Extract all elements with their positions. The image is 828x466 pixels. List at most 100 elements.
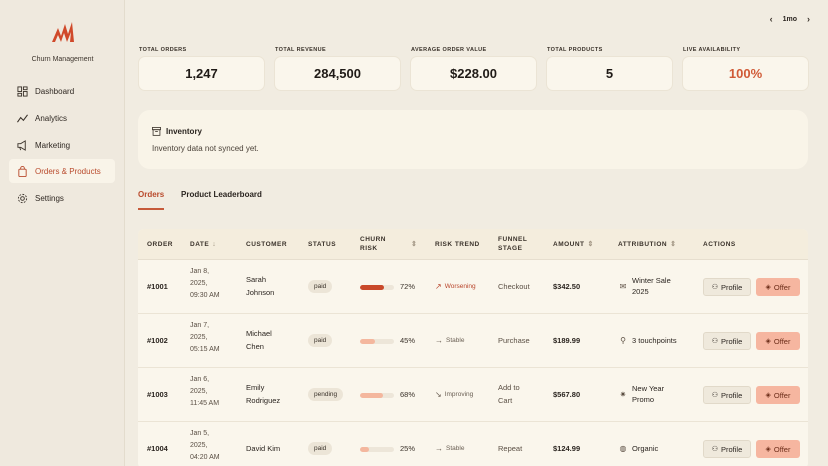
column-header-attribution[interactable]: ATTRIBUTION ⇕ xyxy=(618,240,676,249)
funnel-stage: Add to Cart xyxy=(498,381,520,407)
sidebar-item-orders-products[interactable]: Orders & Products xyxy=(9,159,115,183)
customer-name-line: Sarah xyxy=(246,275,267,284)
sidebar-item-settings[interactable]: Settings xyxy=(9,186,115,210)
customer-name-line: Emily xyxy=(246,383,265,392)
churn-risk-percent: 68% xyxy=(400,390,416,399)
profile-button[interactable]: ⚇ Profile xyxy=(703,440,751,458)
megaphone-icon xyxy=(17,139,26,151)
stat-card-live-availability: 100% xyxy=(682,56,809,91)
order-amount: $567.80 xyxy=(553,390,581,399)
sidebar-item-analytics[interactable]: Analytics xyxy=(9,106,115,130)
profile-button-label: Profile xyxy=(721,336,743,346)
profile-button[interactable]: ⚇ Profile xyxy=(703,332,751,350)
customer-name-line: Rodriguez xyxy=(246,396,281,405)
profile-button-label: Profile xyxy=(721,390,743,400)
column-header-risk-trend[interactable]: RISK TREND xyxy=(435,240,480,249)
offer-button[interactable]: ◈ Offer xyxy=(756,440,800,458)
active-tab-indicator xyxy=(138,208,164,210)
brand-logo-icon xyxy=(52,22,74,42)
sidebar-item-dashboard[interactable]: Dashboard xyxy=(9,79,115,103)
table-row: #1002 Jan 7, 2025, 05:15 AM Michael Chen paid 4… xyxy=(138,314,808,368)
offer-button-label: Offer xyxy=(773,282,791,292)
risk-trend: ↘ Improving xyxy=(435,390,473,399)
funnel-stage-line: Checkout xyxy=(498,282,530,291)
status-badge: pending xyxy=(308,388,344,401)
risk-trend-label: Worsening xyxy=(444,283,476,290)
column-header-funnel-stage[interactable]: FUNNEL STAGE xyxy=(498,235,527,253)
attribution-icon: ⚲ xyxy=(620,336,626,345)
profile-button[interactable]: ⚇ Profile xyxy=(703,278,751,296)
attribution-line: Promo xyxy=(632,395,655,404)
offer-button[interactable]: ◈ Offer xyxy=(756,386,800,404)
chevron-right-icon[interactable]: › xyxy=(807,14,810,24)
user-icon: ⚇ xyxy=(711,392,718,399)
archive-box-icon xyxy=(152,127,161,136)
attribution: ⚲ 3 touchpoints xyxy=(618,335,677,346)
churn-risk-bar xyxy=(360,285,394,290)
sidebar-item-label: Analytics xyxy=(35,113,68,123)
inventory-title: Inventory xyxy=(152,127,202,136)
sidebar-item-label: Settings xyxy=(35,193,64,203)
churn-risk-bar xyxy=(360,339,394,344)
date-line: 09:30 AM xyxy=(190,292,220,299)
table-row: #1001 Jan 8, 2025, 09:30 AM Sarah Johnson paid… xyxy=(138,260,808,314)
order-id[interactable]: #1001 xyxy=(147,280,168,293)
funnel-stage-line: Cart xyxy=(498,396,513,405)
tab-product-leaderboard[interactable]: Product Leaderboard xyxy=(181,190,262,199)
column-header-order[interactable]: ORDER xyxy=(147,240,173,249)
chevron-left-icon[interactable]: ‹ xyxy=(770,14,773,24)
offer-button-label: Offer xyxy=(773,336,791,346)
profile-button[interactable]: ⚇ Profile xyxy=(703,386,751,404)
stat-label-average-order-value: AVERAGE ORDER VALUE xyxy=(411,47,487,53)
status-badge: paid xyxy=(308,280,333,293)
trend-arrow-icon: → xyxy=(435,336,443,345)
column-header-funnel-line-1: FUNNEL xyxy=(498,236,528,243)
offer-button[interactable]: ◈ Offer xyxy=(756,332,800,350)
user-icon: ⚇ xyxy=(711,446,718,453)
column-header-churn-line-2: RISK xyxy=(360,245,378,252)
order-id[interactable]: #1002 xyxy=(147,334,168,347)
column-header-date[interactable]: DATE ↓ xyxy=(190,240,216,249)
table-row: #1004 Jan 5, 2025, 04:20 AM David Kim paid 25%… xyxy=(138,422,808,466)
risk-trend: → Stable xyxy=(435,336,464,345)
funnel-stage-line: Purchase xyxy=(498,336,530,345)
sidebar-item-label: Marketing xyxy=(35,140,71,150)
sidebar-item-label: Orders & Products xyxy=(35,166,101,176)
tag-icon: ◈ xyxy=(765,338,771,345)
date-line: 2025, xyxy=(190,334,208,341)
analytics-icon xyxy=(17,114,28,122)
profile-button-label: Profile xyxy=(721,444,743,454)
column-header-actions: ACTIONS xyxy=(703,241,736,248)
attribution-icon: ✷ xyxy=(619,389,627,399)
funnel-stage-line: Add to xyxy=(498,383,520,392)
customer-name: Michael Chen xyxy=(246,327,272,353)
range-label[interactable]: 1mo xyxy=(783,16,797,23)
column-header-churn-risk[interactable]: CHURN RISK xyxy=(360,235,386,253)
order-id[interactable]: #1004 xyxy=(147,442,168,455)
date-line: 04:20 AM xyxy=(190,454,220,461)
order-id[interactable]: #1003 xyxy=(147,388,168,401)
attribution: ✷ New Year Promo xyxy=(618,383,664,405)
offer-button-label: Offer xyxy=(773,390,791,400)
attribution-line: Organic xyxy=(632,444,659,453)
stat-label-total-revenue: TOTAL REVENUE xyxy=(275,47,327,53)
attribution: ✉ Winter Sale 2025 xyxy=(618,275,671,297)
date-line: 2025, xyxy=(190,442,208,449)
churn-risk-percent: 72% xyxy=(400,282,416,291)
churn-risk-bar xyxy=(360,447,394,452)
date-line: Jan 8, xyxy=(190,268,210,275)
funnel-stage: Repeat xyxy=(498,442,522,455)
offer-button[interactable]: ◈ Offer xyxy=(756,278,800,296)
status-badge: paid xyxy=(308,334,333,347)
customer-name-line: Chen xyxy=(246,342,264,351)
tab-orders[interactable]: Orders xyxy=(138,190,164,199)
column-header-amount[interactable]: AMOUNT ⇕ xyxy=(553,240,594,249)
attribution-icon: ◍ xyxy=(619,444,627,453)
sidebar-item-marketing[interactable]: Marketing xyxy=(9,133,115,157)
stat-card-total-products: 5 xyxy=(546,56,673,91)
risk-trend-label: Improving xyxy=(444,391,474,398)
column-header-status[interactable]: STATUS xyxy=(308,240,336,249)
column-header-customer[interactable]: CUSTOMER xyxy=(246,240,287,249)
orders-table: ORDER DATE ↓ CUSTOMER STATUS CHURN RISK ⇕ … xyxy=(138,229,808,466)
sort-icon[interactable]: ⇕ xyxy=(411,240,417,249)
